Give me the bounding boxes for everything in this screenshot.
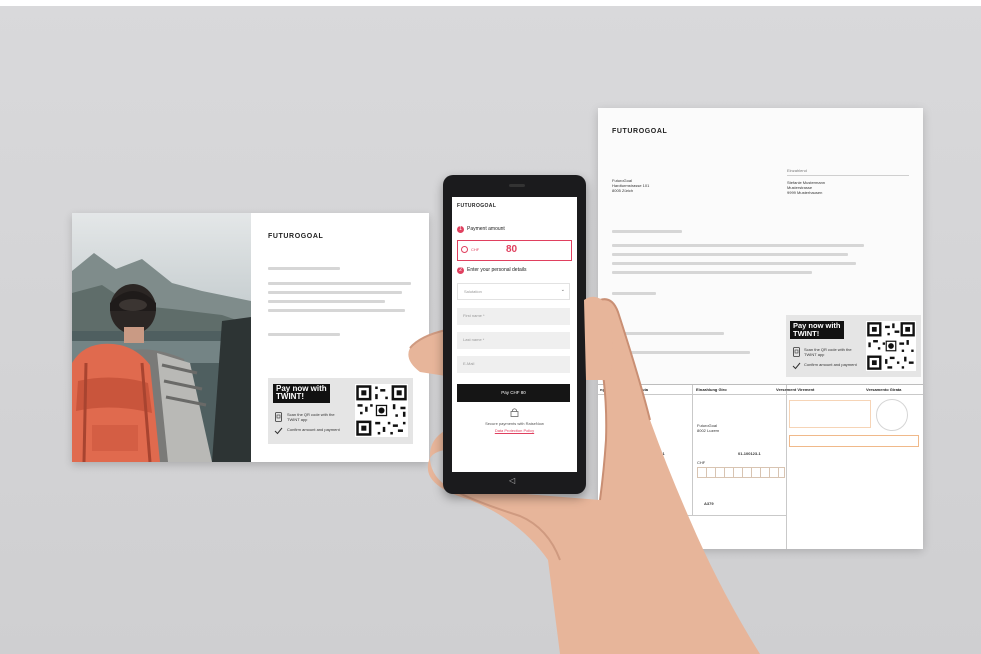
- photo-scene: FUTUROGOAL Pay now with TWINT! Scan the …: [0, 0, 981, 654]
- thumb-overlay: [584, 296, 613, 380]
